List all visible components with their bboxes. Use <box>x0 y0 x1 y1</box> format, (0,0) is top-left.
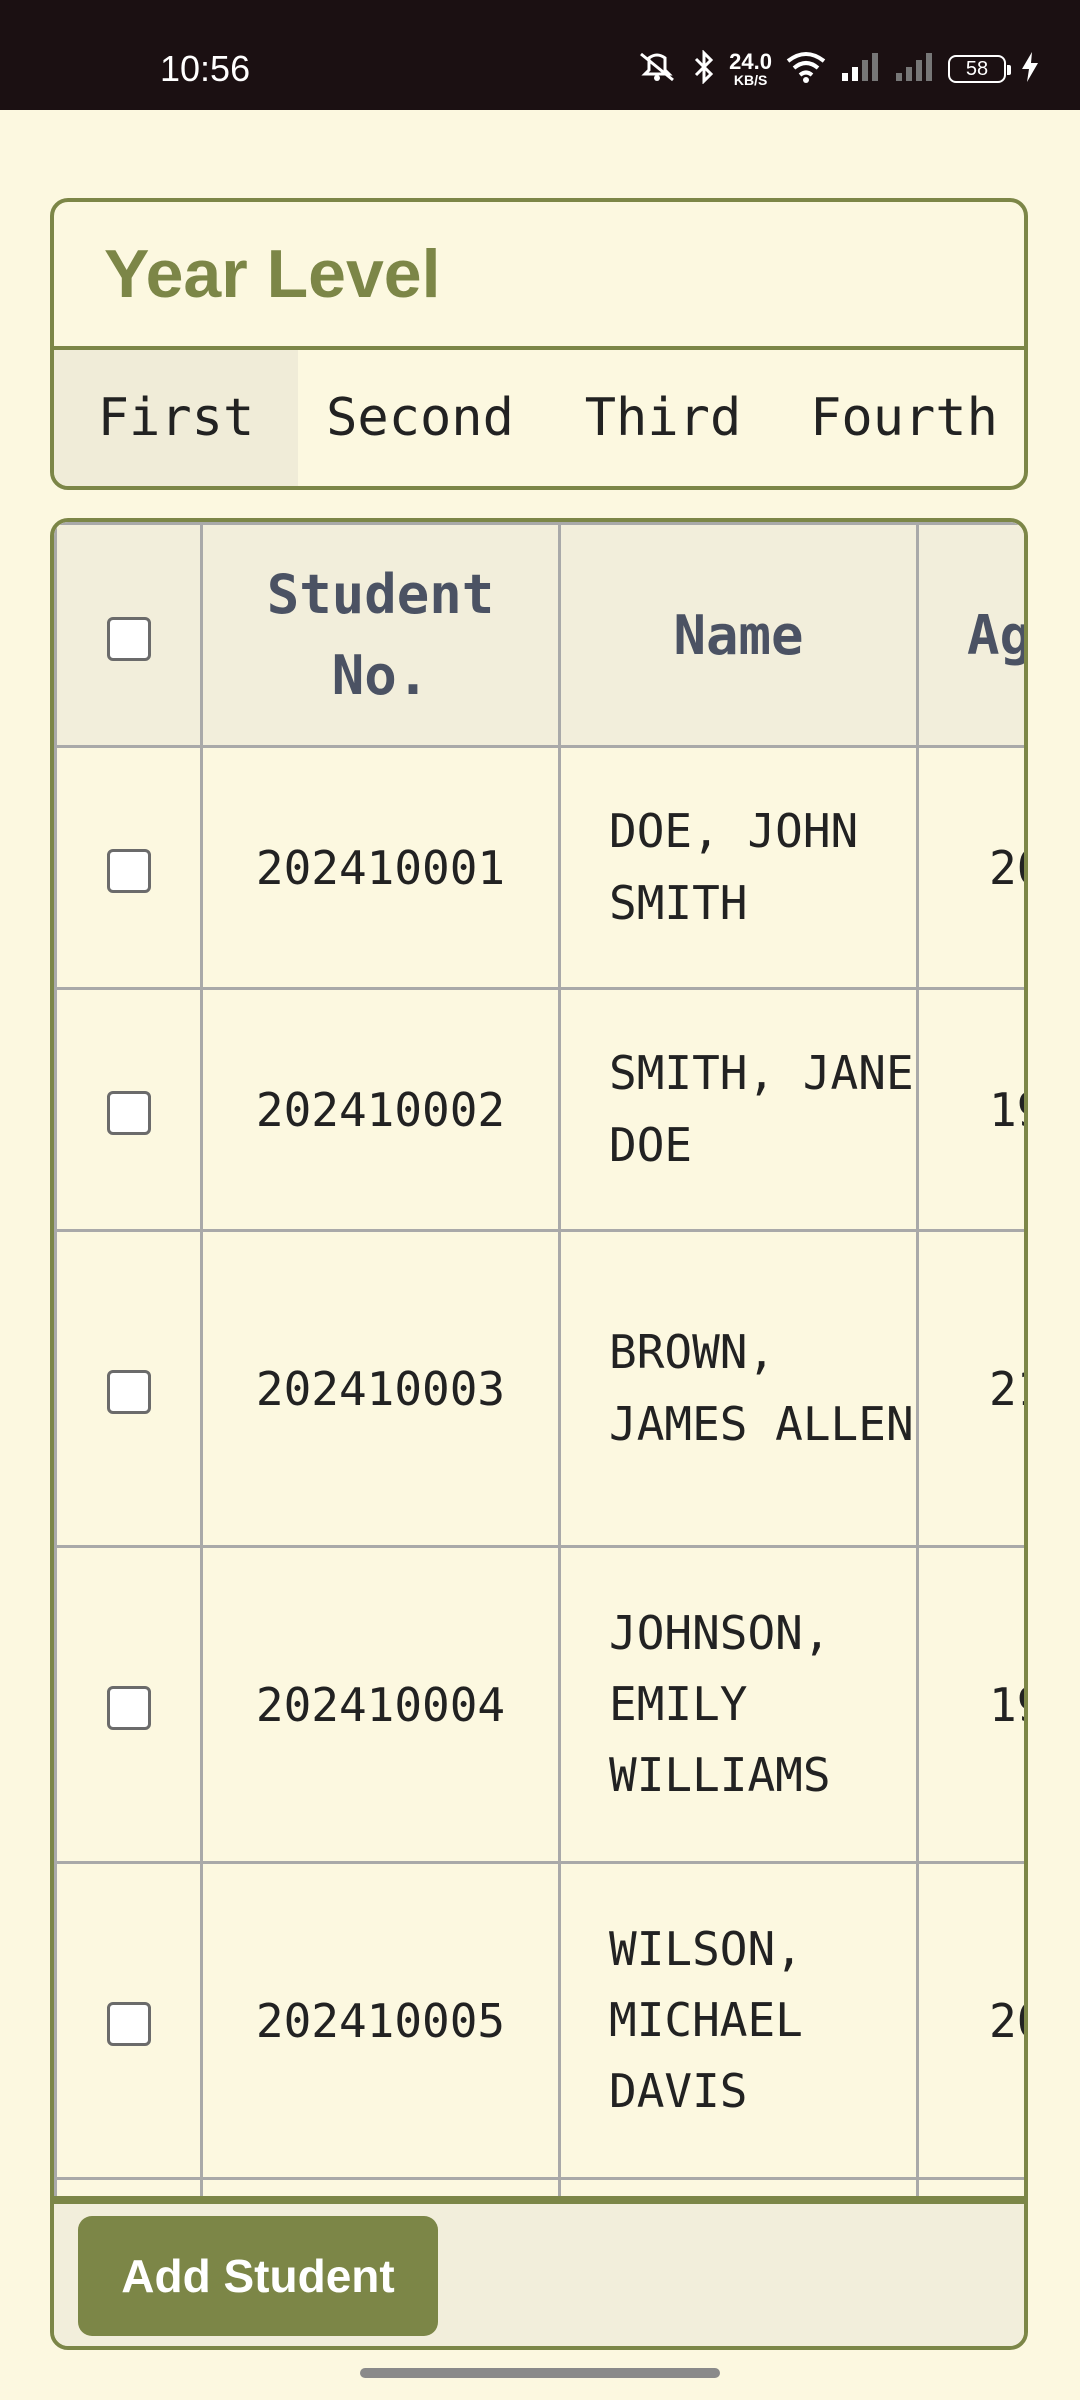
row-checkbox[interactable] <box>106 2002 151 2046</box>
students-table: Student No. Name Ag 202410001 DOE, JOHN … <box>54 522 1024 2196</box>
header-age[interactable]: Ag <box>916 522 1024 748</box>
students-table-scroll[interactable]: Student No. Name Ag 202410001 DOE, JOHN … <box>54 522 1024 2196</box>
net-speed: 24.0 KB/S <box>729 49 772 88</box>
student-no-cell: 202410002 <box>200 987 561 1232</box>
students-table-card: Student No. Name Ag 202410001 DOE, JOHN … <box>50 518 1028 2350</box>
header-student-no[interactable]: Student No. <box>200 522 561 748</box>
table-row[interactable]: 202410005 WILSON, MICHAEL DAVIS 20 <box>54 1861 1024 2180</box>
battery-indicator: 58 <box>948 55 1011 83</box>
table-row[interactable]: 202410004 JOHNSON, EMILY WILLIAMS 19 <box>54 1545 1024 1864</box>
tab-first[interactable]: First <box>54 350 298 486</box>
table-header-row: Student No. Name Ag <box>54 522 1024 748</box>
row-checkbox[interactable] <box>106 1091 151 1135</box>
name-cell: JOHNSON, EMILY WILLIAMS <box>558 1545 919 1864</box>
row-checkbox[interactable] <box>106 1370 151 1414</box>
table-row[interactable]: 202410003 BROWN, JAMES ALLEN 21 <box>54 1229 1024 1548</box>
tab-third[interactable]: Third <box>542 350 784 486</box>
select-all-cell <box>54 522 203 748</box>
age-cell: 21 <box>916 1229 1024 1548</box>
add-student-button[interactable]: Add Student <box>78 2216 438 2336</box>
year-level-title: Year Level <box>54 202 1024 350</box>
student-no-cell: 202410004 <box>200 1545 561 1864</box>
status-icons: 24.0 KB/S 58 <box>635 46 1040 92</box>
age-cell: 19 <box>916 1545 1024 1864</box>
table-row[interactable] <box>54 2177 1024 2196</box>
select-all-checkbox[interactable] <box>106 616 151 661</box>
signal-icon-2 <box>894 51 934 88</box>
age-cell: 20 <box>916 1861 1024 2180</box>
status-bar: 10:56 24.0 KB/S 58 <box>0 0 1080 110</box>
year-level-card: Year Level First Second Third Fourth <box>50 198 1028 490</box>
age-cell: 19 <box>916 987 1024 1232</box>
table-row[interactable]: 202410001 DOE, JOHN SMITH 20 <box>54 745 1024 990</box>
mute-icon <box>635 50 679 89</box>
row-checkbox[interactable] <box>106 1686 151 1730</box>
student-no-cell: 202410005 <box>200 1861 561 2180</box>
table-footer: Add Student <box>54 2196 1024 2346</box>
student-no-cell: 202410003 <box>200 1229 561 1548</box>
status-time: 10:56 <box>160 48 251 89</box>
table-row[interactable]: 202410002 SMITH, JANE DOE 19 <box>54 987 1024 1232</box>
name-cell: SMITH, JANE DOE <box>558 987 919 1232</box>
signal-icon <box>840 51 880 88</box>
tab-second[interactable]: Second <box>298 350 542 486</box>
year-level-tabs: First Second Third Fourth <box>54 350 1024 486</box>
row-checkbox[interactable] <box>106 849 151 893</box>
name-cell: WILSON, MICHAEL DAVIS <box>558 1861 919 2180</box>
student-no-cell: 202410001 <box>200 745 561 990</box>
tab-fourth[interactable]: Fourth <box>784 350 1024 486</box>
name-cell: BROWN, JAMES ALLEN <box>558 1229 919 1548</box>
name-cell: DOE, JOHN SMITH <box>558 745 919 990</box>
home-indicator[interactable] <box>360 2368 720 2378</box>
header-name[interactable]: Name <box>558 522 919 748</box>
age-cell: 20 <box>916 745 1024 990</box>
charging-icon <box>1020 51 1040 88</box>
wifi-icon <box>786 51 826 88</box>
bluetooth-icon <box>693 48 715 89</box>
